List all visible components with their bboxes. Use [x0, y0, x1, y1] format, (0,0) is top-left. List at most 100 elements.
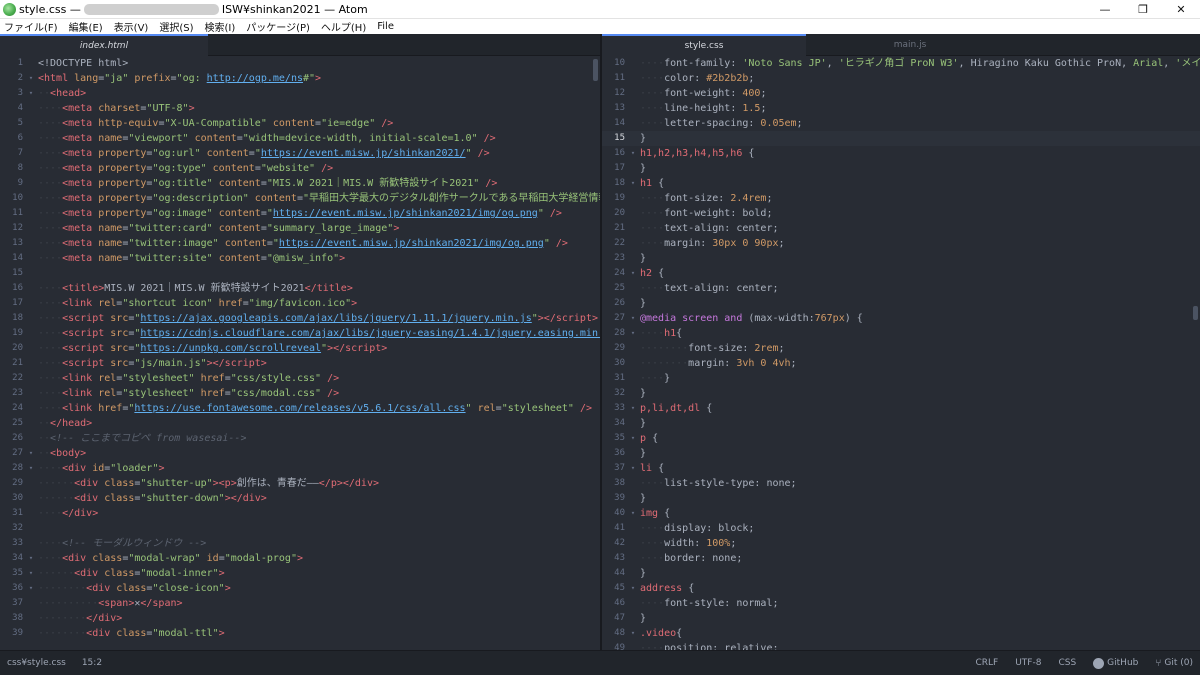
code-text[interactable]: <html lang="ja" prefix="og: http://ogp.m…: [36, 71, 321, 86]
left-code-line[interactable]: 34 ▾ ····<div class="modal-wrap" id="modal…: [0, 551, 600, 566]
code-text[interactable]: }: [638, 386, 646, 401]
fold-chevron-icon[interactable]: ▾: [628, 146, 638, 161]
left-code-editor[interactable]: 1 <!DOCTYPE html> 2 ▾ <html lang="ja" prefix…: [0, 56, 600, 650]
left-code-line[interactable]: 8 ····<meta property="og:type" content="w…: [0, 161, 600, 176]
right-code-line[interactable]: 36}: [602, 446, 1200, 461]
left-code-line[interactable]: 31 ····</div>: [0, 506, 600, 521]
left-code-line[interactable]: 39 ········<div class="modal-ttl">: [0, 626, 600, 641]
code-text[interactable]: ········<div class="modal-ttl">: [36, 626, 225, 641]
code-text[interactable]: ····<link rel="stylesheet" href="css/sty…: [36, 371, 339, 386]
line-number[interactable]: 20: [0, 341, 26, 356]
fold-chevron-icon[interactable]: ▾: [628, 431, 638, 446]
line-number[interactable]: 11: [0, 206, 26, 221]
code-text[interactable]: h1,h2,h3,h4,h5,h6 {: [638, 146, 754, 161]
right-code-line[interactable]: 26}: [602, 296, 1200, 311]
left-code-line[interactable]: 25 ··</head>: [0, 416, 600, 431]
line-number[interactable]: 15: [0, 266, 26, 281]
left-code-line[interactable]: 36 ▾ ········<div class="close-icon">: [0, 581, 600, 596]
right-code-line[interactable]: 41 ····display: block;: [602, 521, 1200, 536]
code-text[interactable]: ····position: relative;: [638, 641, 778, 650]
code-text[interactable]: ····<meta name="twitter:site" content="@…: [36, 251, 345, 266]
status-grammar[interactable]: CSS: [1058, 658, 1076, 668]
code-text[interactable]: ····font-weight: bold;: [638, 206, 772, 221]
status-encoding[interactable]: UTF-8: [1015, 658, 1041, 668]
left-code-line[interactable]: 24 ····<link href="https://use.fontawesom…: [0, 401, 600, 416]
right-code-line[interactable]: 35 ▾ p {: [602, 431, 1200, 446]
code-text[interactable]: ····<div class="modal-wrap" id="modal-pr…: [36, 551, 303, 566]
line-number[interactable]: 16: [602, 146, 628, 161]
code-text[interactable]: }: [638, 491, 646, 506]
menu-view[interactable]: 表示(V): [114, 19, 149, 34]
right-code-line[interactable]: 15}: [602, 131, 1200, 146]
code-text[interactable]: ····display: block;: [638, 521, 754, 536]
code-text[interactable]: ········<div class="close-icon">: [36, 581, 231, 596]
code-text[interactable]: ····<script src="https://ajax.googleapis…: [36, 311, 598, 326]
code-text[interactable]: ······<div class="shutter-up"><p>創作は、青春だ…: [36, 476, 379, 491]
line-number[interactable]: 2: [0, 71, 26, 86]
left-code-line[interactable]: 18 ····<script src="https://ajax.googleap…: [0, 311, 600, 326]
left-code-line[interactable]: 5 ····<meta http-equiv="X-UA-Compatible" …: [0, 116, 600, 131]
tab-style-css[interactable]: style.css: [602, 34, 806, 56]
line-number[interactable]: 19: [602, 191, 628, 206]
right-code-line[interactable]: 12 ····font-weight: 400;: [602, 86, 1200, 101]
line-number[interactable]: 33: [0, 536, 26, 551]
line-number[interactable]: 28: [0, 461, 26, 476]
line-number[interactable]: 38: [602, 476, 628, 491]
line-number[interactable]: 42: [602, 536, 628, 551]
fold-chevron-icon[interactable]: ▾: [26, 461, 36, 476]
line-number[interactable]: 1: [0, 56, 26, 71]
line-number[interactable]: 23: [0, 386, 26, 401]
line-number[interactable]: 39: [602, 491, 628, 506]
right-code-line[interactable]: 10 ····font-family: 'Noto Sans JP', 'ヒラギノ…: [602, 56, 1200, 71]
line-number[interactable]: 37: [0, 596, 26, 611]
code-text[interactable]: ······<div class="modal-inner">: [36, 566, 225, 581]
menu-find[interactable]: 検索(I): [205, 19, 236, 34]
code-text[interactable]: ····text-align: center;: [638, 281, 778, 296]
code-text[interactable]: ······<div class="shutter-down"></div>: [36, 491, 267, 506]
line-number[interactable]: 45: [602, 581, 628, 596]
right-code-line[interactable]: 23}: [602, 251, 1200, 266]
line-number[interactable]: 35: [0, 566, 26, 581]
right-code-line[interactable]: 31 ····}: [602, 371, 1200, 386]
right-code-line[interactable]: 49 ····position: relative;: [602, 641, 1200, 650]
code-text[interactable]: ··········<span>✕</span>: [36, 596, 183, 611]
fold-chevron-icon[interactable]: ▾: [628, 626, 638, 641]
left-code-line[interactable]: 32: [0, 521, 600, 536]
right-code-line[interactable]: 46 ····font-style: normal;: [602, 596, 1200, 611]
line-number[interactable]: 26: [602, 296, 628, 311]
line-number[interactable]: 20: [602, 206, 628, 221]
code-text[interactable]: li {: [638, 461, 664, 476]
code-text[interactable]: ····width: 100%;: [638, 536, 736, 551]
code-text[interactable]: ····<meta property="og:type" content="we…: [36, 161, 333, 176]
line-number[interactable]: 48: [602, 626, 628, 641]
close-button[interactable]: ✕: [1162, 0, 1200, 19]
right-code-line[interactable]: 34}: [602, 416, 1200, 431]
code-text[interactable]: ····<meta property="og:description" cont…: [36, 191, 600, 206]
left-code-line[interactable]: 15: [0, 266, 600, 281]
menu-packages[interactable]: パッケージ(P): [246, 19, 310, 34]
left-code-line[interactable]: 17 ····<link rel="shortcut icon" href="im…: [0, 296, 600, 311]
fold-chevron-icon[interactable]: ▾: [628, 401, 638, 416]
line-number[interactable]: 43: [602, 551, 628, 566]
line-number[interactable]: 11: [602, 71, 628, 86]
code-text[interactable]: ··<body>: [36, 446, 86, 461]
left-code-line[interactable]: 29 ······<div class="shutter-up"><p>創作は、青…: [0, 476, 600, 491]
fold-chevron-icon[interactable]: ▾: [628, 266, 638, 281]
status-file-path[interactable]: css¥style.css: [7, 658, 66, 668]
code-text[interactable]: }: [638, 161, 646, 176]
status-github[interactable]: GitHub: [1093, 657, 1138, 669]
code-text[interactable]: ··<!-- ここまでコピペ from wasesai-->: [36, 431, 246, 446]
code-text[interactable]: ····<!-- モーダルウィンドウ -->: [36, 536, 206, 551]
left-code-line[interactable]: 35 ▾ ······<div class="modal-inner">: [0, 566, 600, 581]
fold-chevron-icon[interactable]: ▾: [26, 446, 36, 461]
right-code-line[interactable]: 37 ▾ li {: [602, 461, 1200, 476]
line-number[interactable]: 30: [602, 356, 628, 371]
right-code-line[interactable]: 16 ▾ h1,h2,h3,h4,h5,h6 {: [602, 146, 1200, 161]
line-number[interactable]: 31: [602, 371, 628, 386]
right-code-line[interactable]: 32}: [602, 386, 1200, 401]
left-code-line[interactable]: 23 ····<link rel="stylesheet" href="css/m…: [0, 386, 600, 401]
code-text[interactable]: address {: [638, 581, 694, 596]
line-number[interactable]: 25: [602, 281, 628, 296]
left-code-line[interactable]: 28 ▾ ····<div id="loader">: [0, 461, 600, 476]
right-code-line[interactable]: 43 ····border: none;: [602, 551, 1200, 566]
